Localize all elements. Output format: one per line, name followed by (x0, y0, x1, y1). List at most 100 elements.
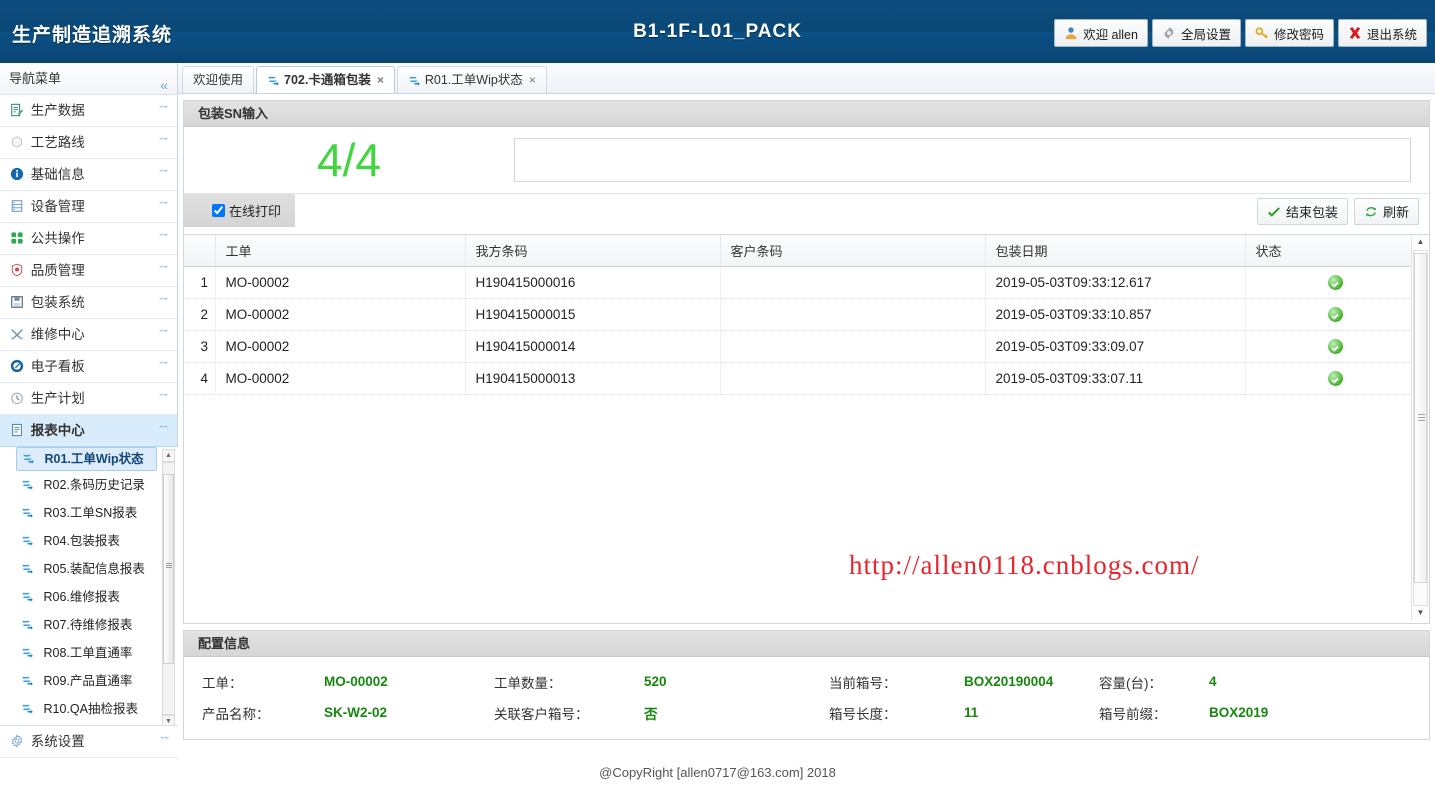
sidebar-item-process-route[interactable]: 工艺路线 ˇˇ (0, 127, 177, 159)
chevron-down-icon: ˇˇ (159, 135, 168, 150)
config-label-product-name: 产品名称： (202, 706, 270, 722)
col-status[interactable]: 状态 (1245, 235, 1416, 267)
header-button-group: 欢迎 allen 全局设置 修改密码 退出系统 (1050, 19, 1427, 47)
key-icon (1255, 26, 1269, 40)
tab-welcome[interactable]: 欢迎使用 (182, 66, 255, 93)
chevron-down-icon: ˇˇ (160, 734, 169, 749)
sidebar-item-label: 报表中心 (30, 423, 85, 438)
chevron-down-icon: ˇˇ (159, 359, 168, 374)
sidebar-item-r02[interactable]: R02.条码历史记录 (0, 471, 163, 499)
sidebar-item-r09[interactable]: R09.产品直通率 (0, 667, 163, 695)
submenu-scrollbar[interactable]: ▲ ▼ (162, 449, 175, 728)
sidebar-item-r10[interactable]: R10.QA抽检报表 (0, 695, 163, 723)
cell-status (1245, 362, 1416, 395)
grid-scrollbar[interactable]: ▲ ▼ (1411, 235, 1429, 621)
scrollbar-thumb[interactable] (1414, 253, 1427, 583)
config-label-box-prefix: 箱号前缀： (1099, 706, 1167, 722)
config-label-capacity: 容量(台)： (1099, 675, 1162, 691)
sidebar-item-repair-center[interactable]: 维修中心 ˇˇ (0, 319, 177, 351)
scroll-up-arrow-icon[interactable]: ▲ (1413, 235, 1428, 250)
sidebar-item-label: R09.产品直通率 (43, 674, 133, 688)
config-info-panel: 配置信息 工单： MO-00002 工单数量： 520 当前箱号： BOX201… (183, 630, 1430, 740)
sidebar-item-quality-mgmt[interactable]: 品质管理 ˇˇ (0, 255, 177, 287)
scroll-down-arrow-icon[interactable]: ▼ (1413, 606, 1428, 621)
sidebar-item-packaging-system[interactable]: 包装系统 ˇˇ (0, 287, 177, 319)
chevron-down-icon: ˇˇ (159, 263, 168, 278)
sidebar-item-label: 生产数据 (30, 103, 85, 118)
sidebar-item-equipment-mgmt[interactable]: 设备管理 ˇˇ (0, 191, 177, 223)
col-pack-date[interactable]: 包装日期 (985, 235, 1246, 267)
col-work-order[interactable]: 工单 (215, 235, 466, 267)
chevron-down-icon: ˇˇ (159, 103, 168, 118)
box-save-icon (8, 289, 25, 320)
cell-our-barcode: H190415000015 (465, 298, 721, 331)
sidebar-item-label: R04.包装报表 (43, 534, 120, 548)
global-settings-button[interactable]: 全局设置 (1151, 19, 1241, 47)
config-panel-body: 工单： MO-00002 工单数量： 520 当前箱号： BOX20190004… (184, 657, 1429, 739)
sidebar-item-r06[interactable]: R06.维修报表 (0, 583, 163, 611)
scroll-up-arrow-icon[interactable]: ▲ (162, 449, 175, 462)
chevron-down-icon: ˇˇ (159, 199, 168, 214)
cell-work-order: MO-00002 (215, 330, 466, 363)
sidebar-item-public-ops[interactable]: 公共操作 ˇˇ (0, 223, 177, 255)
tab-carton-packaging[interactable]: 702.卡通箱包装 × (256, 66, 395, 93)
sidebar-item-r05[interactable]: R05.装配信息报表 (0, 555, 163, 583)
sidebar-item-label: 基础信息 (30, 167, 85, 182)
welcome-user-button[interactable]: 欢迎 allen (1054, 19, 1148, 47)
cell-status (1245, 298, 1416, 331)
close-icon[interactable]: × (377, 68, 384, 93)
table-row[interactable]: 4 MO-00002 H190415000013 2019-05-03T09:3… (184, 362, 1416, 395)
sidebar-navigation: 导航菜单 « 生产数据 ˇˇ 工艺路线 ˇˇ 基础信息 ˇˇ 设备管理 ˇˇ 公… (0, 63, 178, 758)
sidebar-item-r01[interactable]: R01.工单Wip状态 (16, 447, 157, 471)
report-link-icon (21, 557, 37, 585)
tab-label: 702.卡通箱包装 (284, 72, 371, 87)
report-link-icon (408, 74, 421, 87)
table-row[interactable]: 1 MO-00002 H190415000016 2019-05-03T09:3… (184, 266, 1416, 299)
finish-packing-button[interactable]: 结束包装 (1256, 198, 1348, 225)
toolbar-buttons: 结束包装 刷新 (1251, 198, 1419, 225)
logout-label: 退出系统 (1366, 27, 1417, 42)
global-settings-label: 全局设置 (1180, 27, 1231, 42)
scrollbar-thumb[interactable] (163, 474, 174, 664)
close-icon[interactable]: × (529, 68, 536, 93)
cell-rownum: 2 (184, 298, 216, 331)
check-icon (1267, 205, 1281, 219)
config-value-capacity: 4 (1209, 674, 1217, 689)
sn-panel-title: 包装SN输入 (184, 101, 1429, 127)
online-print-checkbox[interactable] (212, 204, 225, 217)
table-row[interactable]: 3 MO-00002 H190415000014 2019-05-03T09:3… (184, 330, 1416, 363)
sn-input-field[interactable] (514, 138, 1411, 182)
sidebar-item-production-data[interactable]: 生产数据 ˇˇ (0, 95, 177, 127)
config-label-work-order: 工单： (202, 675, 243, 691)
sidebar-item-r03[interactable]: R03.工单SN报表 (0, 499, 163, 527)
sidebar-item-r07[interactable]: R07.待维修报表 (0, 611, 163, 639)
cell-rownum: 4 (184, 362, 216, 395)
online-print-checkbox-wrap[interactable]: 在线打印 (184, 194, 296, 227)
sidebar-item-r04[interactable]: R04.包装报表 (0, 527, 163, 555)
cell-pack-date: 2019-05-03T09:33:07.11 (985, 362, 1246, 395)
sn-input-row: 4/4 (184, 127, 1429, 193)
config-value-box-len: 11 (964, 705, 979, 720)
config-value-current-box: BOX20190004 (964, 674, 1054, 689)
tab-label: 欢迎使用 (193, 72, 244, 87)
footer-copyright: @CopyRight [allen0717@163.com] 2018 (0, 758, 1435, 788)
table-row[interactable]: 2 MO-00002 H190415000015 2019-05-03T09:3… (184, 298, 1416, 331)
tab-r01-wip-status[interactable]: R01.工单Wip状态 × (396, 66, 547, 93)
sidebar-item-label: R02.条码历史记录 (43, 478, 145, 492)
chevron-up-icon: ˆˆ (159, 423, 168, 438)
sidebar-item-system-settings[interactable]: 系统设置 ˇˇ (0, 725, 178, 758)
change-password-button[interactable]: 修改密码 (1244, 19, 1334, 47)
chevron-down-icon: ˇˇ (159, 327, 168, 342)
col-customer-barcode[interactable]: 客户条码 (720, 235, 986, 267)
cell-pack-date: 2019-05-03T09:33:10.857 (985, 298, 1246, 331)
sidebar-item-r08[interactable]: R08.工单直通率 (0, 639, 163, 667)
sidebar-item-production-plan[interactable]: 生产计划 ˇˇ (0, 383, 177, 415)
sidebar-item-basic-info[interactable]: 基础信息 ˇˇ (0, 159, 177, 191)
refresh-button[interactable]: 刷新 (1353, 198, 1419, 225)
col-our-barcode[interactable]: 我方条码 (465, 235, 721, 267)
sidebar-item-dashboard[interactable]: 电子看板 ˇˇ (0, 351, 177, 383)
logout-button[interactable]: 退出系统 (1337, 19, 1427, 47)
sidebar-item-report-center[interactable]: 报表中心 ˆˆ (0, 415, 177, 447)
sn-input-panel: 包装SN输入 4/4 在线打印 结束包装 刷新 (183, 100, 1430, 235)
sidebar-item-label: R05.装配信息报表 (43, 562, 145, 576)
